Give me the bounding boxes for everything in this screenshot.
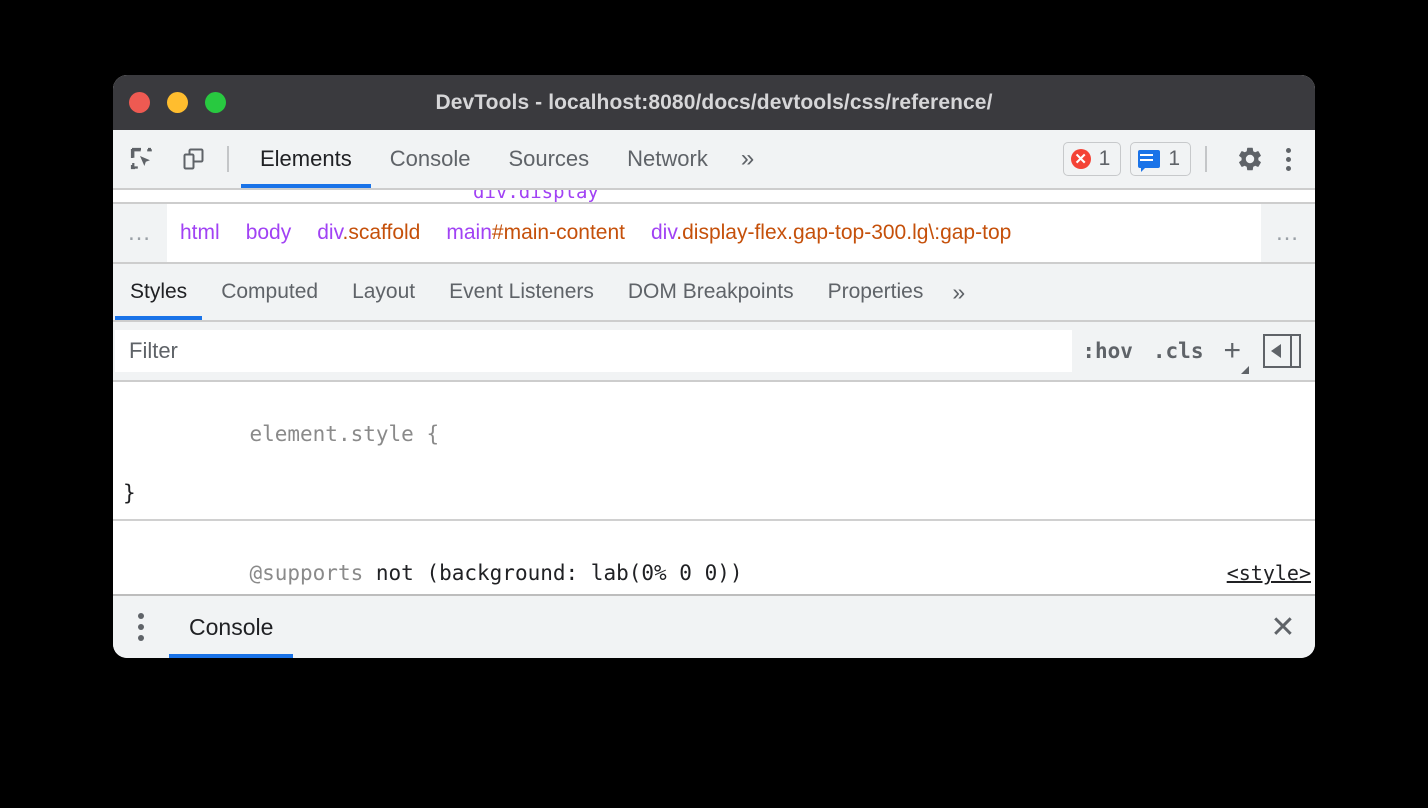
styles-filter-toolbar: :hov .cls + bbox=[113, 322, 1315, 382]
tab-computed[interactable]: Computed bbox=[204, 264, 335, 320]
tab-computed-label: Computed bbox=[221, 280, 318, 304]
breadcrumb-item-div-display-flex[interactable]: div.display-flex.gap-top-300.lg\:gap-top bbox=[638, 221, 1024, 245]
tab-sources-label: Sources bbox=[508, 146, 589, 172]
styles-sidebar-tabs: Styles Computed Layout Event Listeners D… bbox=[113, 264, 1315, 322]
breadcrumb-tag: div bbox=[317, 221, 342, 244]
toolbar-right-group: ✕ 1 1 bbox=[1054, 136, 1315, 182]
breadcrumb-item-html[interactable]: html bbox=[167, 221, 233, 245]
style-origin-link[interactable]: <style> bbox=[1227, 559, 1311, 587]
breadcrumb-tag: main bbox=[446, 221, 492, 244]
maximize-window-button[interactable] bbox=[205, 92, 226, 113]
breadcrumb-mod: .display-flex.gap-top-300.lg\:gap-top bbox=[676, 221, 1011, 244]
breadcrumb-overflow-left[interactable]: … bbox=[113, 204, 167, 262]
breadcrumb-tag: body bbox=[246, 221, 292, 244]
hov-label: :hov bbox=[1082, 339, 1133, 363]
new-style-rule-button[interactable]: + bbox=[1213, 336, 1257, 366]
breadcrumb-mod: .scaffold bbox=[343, 221, 421, 244]
more-sidebar-tabs-label: » bbox=[952, 279, 965, 306]
console-drawer: Console ✕ bbox=[113, 594, 1315, 658]
devtools-window: DevTools - localhost:8080/docs/devtools/… bbox=[113, 75, 1315, 658]
error-count-label: 1 bbox=[1099, 147, 1111, 171]
tab-styles[interactable]: Styles bbox=[113, 264, 204, 320]
breadcrumb-tag: html bbox=[180, 221, 220, 244]
window-title: DevTools - localhost:8080/docs/devtools/… bbox=[113, 91, 1315, 115]
drawer-tab-console-label: Console bbox=[189, 614, 273, 641]
at-rule-condition: not (background: lab(0% 0 0)) bbox=[363, 561, 742, 585]
more-panels-label: » bbox=[741, 145, 754, 173]
style-rule-element-style[interactable]: element.style { } bbox=[113, 382, 1315, 521]
close-window-button[interactable] bbox=[129, 92, 150, 113]
inspect-element-icon[interactable] bbox=[119, 136, 165, 182]
drawer-tab-console[interactable]: Console bbox=[169, 596, 293, 658]
breadcrumb-mod: #main-content bbox=[492, 221, 625, 244]
breadcrumb-overflow-right-label: … bbox=[1275, 219, 1301, 247]
tab-styles-label: Styles bbox=[130, 280, 187, 304]
kebab-dot bbox=[138, 624, 144, 630]
tab-layout[interactable]: Layout bbox=[335, 264, 432, 320]
rule-close-brace: } bbox=[123, 479, 1315, 509]
error-circle-icon: ✕ bbox=[1071, 149, 1091, 169]
minimize-window-button[interactable] bbox=[167, 92, 188, 113]
tab-elements-label: Elements bbox=[260, 146, 352, 172]
tab-sources[interactable]: Sources bbox=[489, 130, 608, 188]
devtools-main-toolbar: Elements Console Sources Network » ✕ bbox=[113, 130, 1315, 190]
toolbar-right-divider bbox=[1205, 146, 1207, 172]
tab-elements[interactable]: Elements bbox=[241, 130, 371, 188]
new-style-rule-label: + bbox=[1223, 334, 1241, 367]
rule-selector[interactable]: element.style { bbox=[123, 390, 1315, 479]
breadcrumb: … html body div.scaffold main#main-conte… bbox=[113, 204, 1315, 264]
screen: DevTools - localhost:8080/docs/devtools/… bbox=[0, 0, 1428, 808]
tab-dom-breakpoints[interactable]: DOM Breakpoints bbox=[611, 264, 811, 320]
tab-console[interactable]: Console bbox=[371, 130, 490, 188]
gear-icon[interactable] bbox=[1227, 136, 1273, 182]
tab-layout-label: Layout bbox=[352, 280, 415, 304]
panel-tab-list: Elements Console Sources Network » bbox=[241, 130, 768, 188]
message-count-label: 1 bbox=[1168, 147, 1180, 171]
breadcrumb-overflow-right[interactable]: … bbox=[1261, 204, 1315, 262]
more-sidebar-tabs-icon[interactable]: » bbox=[940, 264, 977, 320]
breadcrumb-item-body[interactable]: body bbox=[233, 221, 305, 245]
toggle-computed-sidebar-icon[interactable] bbox=[1263, 334, 1301, 368]
tab-event-listeners[interactable]: Event Listeners bbox=[432, 264, 611, 320]
dom-tree-fragment: div.display bbox=[473, 190, 599, 202]
traffic-lights bbox=[129, 92, 226, 113]
breadcrumb-item-div-scaffold[interactable]: div.scaffold bbox=[304, 221, 433, 245]
tab-console-label: Console bbox=[390, 146, 471, 172]
search-input[interactable] bbox=[115, 330, 1072, 372]
breadcrumb-tag: div bbox=[651, 221, 676, 244]
toggle-element-state-button[interactable]: :hov bbox=[1072, 339, 1143, 363]
tab-network-label: Network bbox=[627, 146, 708, 172]
tab-event-listeners-label: Event Listeners bbox=[449, 280, 594, 304]
tab-properties[interactable]: Properties bbox=[811, 264, 941, 320]
tab-dom-breakpoints-label: DOM Breakpoints bbox=[628, 280, 794, 304]
chevron-down-icon bbox=[1241, 366, 1249, 374]
dom-tree-clipped-strip: div.display bbox=[113, 190, 1315, 204]
window-titlebar: DevTools - localhost:8080/docs/devtools/… bbox=[113, 75, 1315, 130]
drawer-kebab-menu-icon[interactable] bbox=[113, 596, 169, 658]
kebab-dot bbox=[1286, 166, 1291, 171]
toolbar-divider bbox=[227, 146, 229, 172]
breadcrumb-overflow-left-label: … bbox=[127, 219, 153, 247]
close-drawer-label: ✕ bbox=[1270, 610, 1295, 645]
device-toolbar-icon[interactable] bbox=[171, 136, 217, 182]
kebab-dot bbox=[138, 613, 144, 619]
kebab-dot bbox=[138, 635, 144, 641]
error-count-badge[interactable]: ✕ 1 bbox=[1063, 142, 1122, 176]
rule-selector-text: element.style { bbox=[249, 422, 439, 446]
tab-network[interactable]: Network bbox=[608, 130, 727, 188]
kebab-dot bbox=[1286, 157, 1291, 162]
message-count-badge[interactable]: 1 bbox=[1130, 142, 1191, 176]
close-icon[interactable]: ✕ bbox=[1251, 596, 1315, 658]
more-panels-icon[interactable]: » bbox=[727, 130, 768, 188]
element-classes-button[interactable]: .cls bbox=[1143, 339, 1214, 363]
breadcrumb-item-main-content[interactable]: main#main-content bbox=[433, 221, 638, 245]
message-bubble-icon bbox=[1138, 150, 1160, 168]
cls-label: .cls bbox=[1153, 339, 1204, 363]
tab-properties-label: Properties bbox=[828, 280, 924, 304]
kebab-menu-icon[interactable] bbox=[1273, 142, 1303, 176]
kebab-dot bbox=[1286, 148, 1291, 153]
at-rule-keyword: @supports bbox=[249, 561, 363, 585]
toolbar-left-group bbox=[113, 130, 241, 188]
styles-rules-pane: element.style { } @supports not (backgro… bbox=[113, 382, 1315, 628]
